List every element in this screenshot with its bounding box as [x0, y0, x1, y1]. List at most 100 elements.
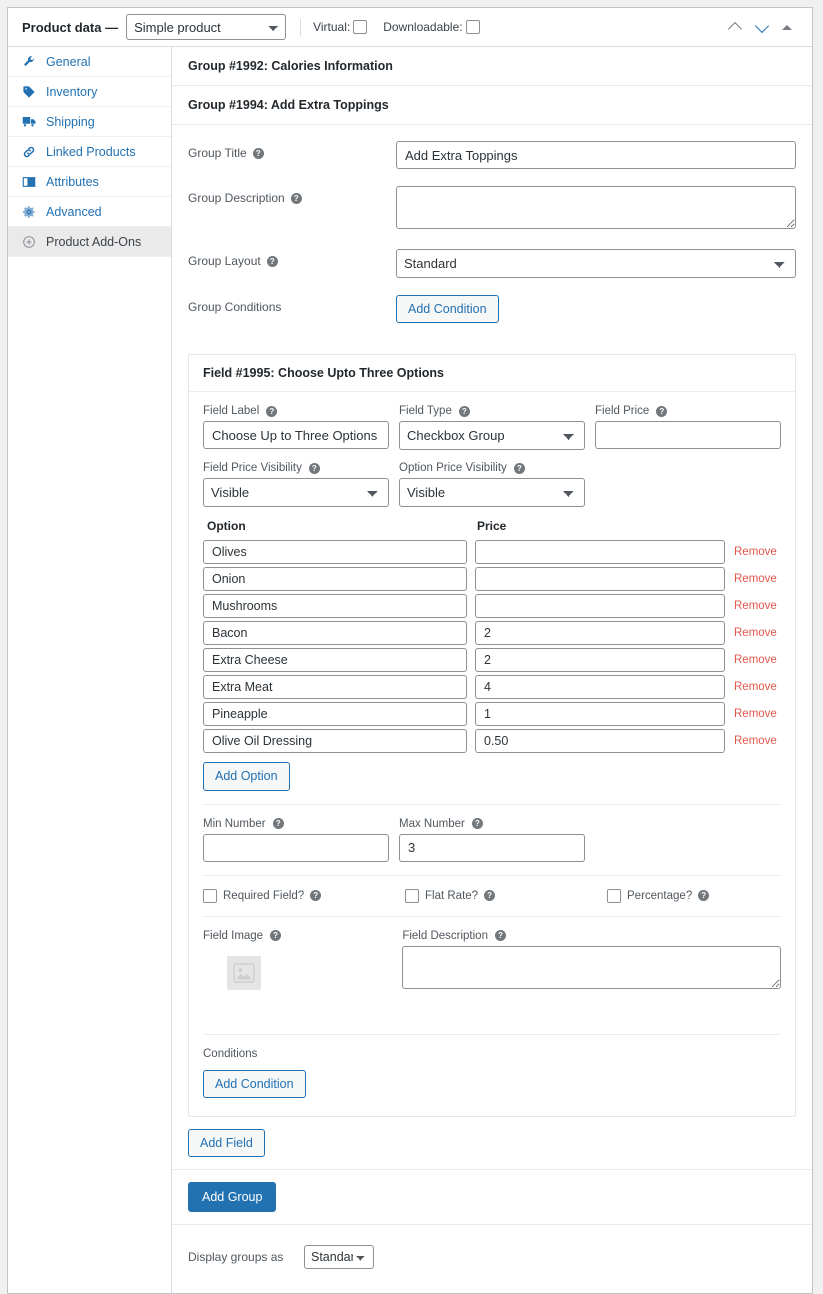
product-data-metabox: Product data — Simple product Virtual: D…: [7, 7, 813, 1294]
option-name-input[interactable]: [203, 594, 467, 619]
add-option-button[interactable]: Add Option: [203, 762, 290, 791]
max-number-label-wrap: Max Number ?: [399, 818, 585, 830]
help-icon[interactable]: ?: [290, 192, 302, 204]
group-heading-collapsed[interactable]: Group #1992: Calories Information: [172, 47, 812, 86]
group-title-input[interactable]: [396, 141, 796, 169]
help-icon[interactable]: ?: [308, 462, 320, 474]
help-icon[interactable]: ?: [494, 930, 506, 941]
option-price-input[interactable]: [475, 729, 725, 754]
sidebar-item-product-add-ons[interactable]: Product Add-Ons: [8, 227, 171, 257]
option-name-input[interactable]: [203, 540, 467, 565]
option-price-input[interactable]: [475, 648, 725, 673]
max-number-input[interactable]: [399, 833, 585, 862]
image-description-grid: Field Image ? Field Description ?: [203, 930, 781, 992]
help-icon[interactable]: ?: [471, 818, 483, 829]
field-label-input[interactable]: [203, 421, 389, 450]
option-name-input[interactable]: [203, 675, 467, 700]
help-icon[interactable]: ?: [310, 890, 322, 901]
chevron-down-icon[interactable]: [755, 20, 770, 35]
field-add-condition-button[interactable]: Add Condition: [203, 1069, 306, 1098]
help-icon[interactable]: ?: [656, 405, 668, 417]
option-price-input[interactable]: [475, 621, 725, 646]
toggle-panel-icon[interactable]: [782, 24, 792, 30]
group-add-condition-button[interactable]: Add Condition: [396, 295, 499, 324]
virtual-label-text: Virtual:: [313, 20, 351, 34]
option-name-input[interactable]: [203, 729, 467, 754]
remove-option-button[interactable]: Remove: [725, 627, 781, 639]
field-description-textarea[interactable]: [402, 945, 781, 989]
group-description-textarea[interactable]: [396, 186, 796, 229]
field-body: Field Label ? Field Type ?: [189, 392, 795, 1116]
field-price-input[interactable]: [595, 421, 781, 450]
flat-rate-checkbox-label[interactable]: Flat Rate? ?: [405, 888, 607, 903]
remove-option-button[interactable]: Remove: [725, 600, 781, 612]
truck-icon: [21, 115, 37, 129]
option-price-input[interactable]: [475, 594, 725, 619]
field-price-visibility-select[interactable]: Visible: [203, 478, 389, 508]
display-groups-select[interactable]: Standard: [304, 1245, 374, 1270]
remove-option-button[interactable]: Remove: [725, 681, 781, 693]
help-icon[interactable]: ?: [266, 405, 278, 417]
list-icon: [21, 175, 37, 189]
option-name-input[interactable]: [203, 702, 467, 727]
divider: [203, 1033, 781, 1035]
required-field-checkbox-label[interactable]: Required Field? ?: [203, 888, 405, 903]
option-name-input[interactable]: [203, 621, 467, 646]
help-icon[interactable]: ?: [252, 147, 264, 159]
virtual-checkbox-label[interactable]: Virtual:: [313, 20, 368, 34]
downloadable-checkbox[interactable]: [465, 20, 480, 34]
option-name-input[interactable]: [203, 567, 467, 592]
image-placeholder-icon[interactable]: [227, 955, 261, 990]
sidebar-item-linked-products[interactable]: Linked Products: [8, 137, 171, 167]
required-field-checkbox[interactable]: [203, 888, 217, 903]
sidebar-item-inventory[interactable]: Inventory: [8, 77, 171, 107]
add-group-button[interactable]: Add Group: [188, 1182, 277, 1213]
group-layout-select[interactable]: Standard: [396, 249, 796, 278]
sidebar-item-attributes[interactable]: Attributes: [8, 167, 171, 197]
option-price-input[interactable]: [475, 675, 725, 700]
remove-option-button[interactable]: Remove: [725, 573, 781, 585]
sidebar-item-general[interactable]: General: [8, 47, 171, 77]
option-name-input[interactable]: [203, 648, 467, 673]
option-price-input[interactable]: [475, 567, 725, 592]
help-icon[interactable]: ?: [272, 818, 284, 829]
virtual-checkbox[interactable]: [353, 20, 368, 34]
remove-option-button[interactable]: Remove: [725, 735, 781, 747]
min-max-spacer: [595, 818, 781, 862]
option-price-input[interactable]: [475, 540, 725, 565]
option-name-cell: [203, 702, 467, 727]
product-data-body: General Inventory Shipping Linked Produc…: [8, 47, 812, 1294]
remove-option-button[interactable]: Remove: [725, 546, 781, 558]
group-layout-row: Group Layout ? Standard: [188, 249, 796, 278]
percentage-checkbox[interactable]: [607, 888, 621, 903]
remove-option-button[interactable]: Remove: [725, 654, 781, 666]
group-layout-label: Group Layout: [188, 254, 261, 268]
header-divider: [300, 18, 302, 36]
percentage-checkbox-label[interactable]: Percentage? ?: [607, 888, 710, 903]
sidebar-item-label: Attributes: [46, 174, 99, 189]
option-price-input[interactable]: [475, 702, 725, 727]
product-type-select[interactable]: Simple product: [126, 14, 287, 40]
group-description-label: Group Description: [188, 191, 285, 205]
group-description-control: [396, 186, 796, 232]
help-icon[interactable]: ?: [266, 255, 278, 267]
chevron-up-icon[interactable]: [728, 20, 743, 35]
remove-option-button[interactable]: Remove: [725, 708, 781, 720]
sidebar-item-advanced[interactable]: Advanced: [8, 197, 171, 227]
add-field-button[interactable]: Add Field: [188, 1128, 265, 1157]
flat-rate-checkbox[interactable]: [405, 888, 419, 903]
help-icon[interactable]: ?: [484, 890, 496, 901]
group-heading-active[interactable]: Group #1994: Add Extra Toppings: [172, 86, 812, 125]
help-icon[interactable]: ?: [698, 890, 710, 901]
option-name-cell: [203, 648, 467, 673]
help-icon[interactable]: ?: [513, 462, 525, 474]
help-icon[interactable]: ?: [270, 930, 282, 941]
field-flags-row: Required Field? ? Flat Rate? ? Percentag…: [203, 888, 781, 903]
sidebar-item-shipping[interactable]: Shipping: [8, 107, 171, 137]
field-type-select[interactable]: Checkbox Group: [399, 421, 585, 451]
help-icon[interactable]: ?: [458, 405, 470, 417]
min-number-input[interactable]: [203, 833, 389, 862]
downloadable-checkbox-label[interactable]: Downloadable:: [383, 20, 480, 34]
option-price-visibility-select[interactable]: Visible: [399, 478, 585, 508]
field-heading[interactable]: Field #1995: Choose Upto Three Options: [189, 355, 795, 393]
